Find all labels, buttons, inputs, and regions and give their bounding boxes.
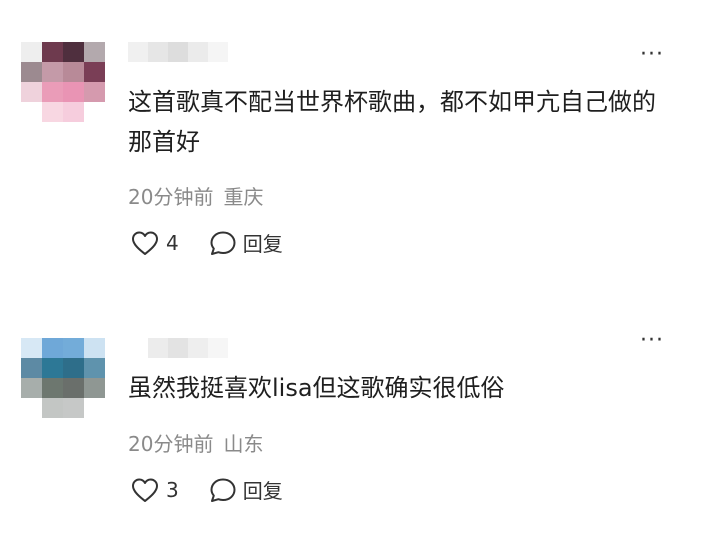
- like-button[interactable]: 3: [130, 477, 179, 503]
- avatar-pixel: [84, 358, 105, 378]
- comment-text: 虽然我挺喜欢lisa但这歌确实很低俗: [128, 374, 505, 402]
- username-blurred[interactable]: [128, 42, 228, 62]
- username-pixel: [128, 42, 148, 62]
- avatar-pixel: [21, 62, 42, 82]
- comment-actions: 3 回复: [130, 475, 283, 504]
- avatar-pixel: [63, 42, 84, 62]
- username-pixel: [208, 42, 228, 62]
- username-pixel: [168, 42, 188, 62]
- like-count: 3: [166, 477, 179, 502]
- comment-text: 这首歌真不配当世界杯歌曲，都不如甲亢自己做的那首好: [128, 88, 656, 156]
- comment-bubble-icon: [210, 478, 236, 502]
- avatar-pixel: [21, 338, 42, 358]
- avatar-pixel: [21, 102, 42, 122]
- username-pixel: [148, 42, 168, 62]
- comment-time: 20分钟前: [128, 185, 214, 209]
- avatar-pixel: [84, 378, 105, 398]
- avatar-pixel: [84, 42, 105, 62]
- comment-actions: 4 回复: [130, 228, 283, 257]
- reply-button[interactable]: 回复: [209, 228, 283, 257]
- comment-time: 20分钟前: [128, 432, 214, 456]
- heart-icon: [132, 231, 158, 255]
- reply-button[interactable]: 回复: [209, 475, 283, 504]
- avatar-pixel: [63, 102, 84, 122]
- comment-location: 重庆: [223, 185, 264, 209]
- avatar-pixel: [42, 62, 63, 82]
- avatar-pixel: [21, 42, 42, 62]
- avatar-pixel: [42, 398, 63, 418]
- avatar-pixel: [21, 358, 42, 378]
- reply-label: 回复: [242, 479, 283, 503]
- avatar-pixel: [84, 102, 105, 122]
- avatar-pixel: [63, 62, 84, 82]
- username-blurred[interactable]: [128, 338, 228, 358]
- like-button[interactable]: 4: [130, 230, 179, 256]
- like-count: 4: [166, 230, 179, 255]
- more-options-button[interactable]: ···: [640, 330, 664, 352]
- avatar-pixel: [42, 358, 63, 378]
- avatar-pixel: [42, 378, 63, 398]
- comment-meta: 20分钟前 山东: [128, 428, 263, 457]
- avatar[interactable]: [21, 42, 105, 122]
- avatar-pixel: [63, 378, 84, 398]
- avatar-pixel: [63, 82, 84, 102]
- avatar-pixel: [21, 378, 42, 398]
- avatar-pixel: [42, 82, 63, 102]
- username-pixel: [128, 338, 148, 358]
- reply-label: 回复: [242, 232, 283, 256]
- avatar-pixel: [63, 398, 84, 418]
- avatar-pixel: [84, 82, 105, 102]
- comment-meta: 20分钟前 重庆: [128, 181, 263, 210]
- avatar-pixel: [84, 398, 105, 418]
- username-pixel: [208, 338, 228, 358]
- avatar-pixel: [63, 358, 84, 378]
- username-pixel: [168, 338, 188, 358]
- comment-location: 山东: [223, 432, 264, 456]
- avatar-pixel: [84, 338, 105, 358]
- avatar-pixel: [42, 338, 63, 358]
- avatar-pixel: [42, 102, 63, 122]
- avatar[interactable]: [21, 338, 105, 418]
- username-pixel: [188, 338, 208, 358]
- comment-bubble-icon: [210, 231, 236, 255]
- avatar-pixel: [21, 82, 42, 102]
- username-pixel: [148, 338, 168, 358]
- avatar-pixel: [42, 42, 63, 62]
- heart-icon: [132, 478, 158, 502]
- username-pixel: [188, 42, 208, 62]
- avatar-pixel: [63, 338, 84, 358]
- avatar-pixel: [84, 62, 105, 82]
- more-options-button[interactable]: ···: [640, 44, 664, 66]
- avatar-pixel: [21, 398, 42, 418]
